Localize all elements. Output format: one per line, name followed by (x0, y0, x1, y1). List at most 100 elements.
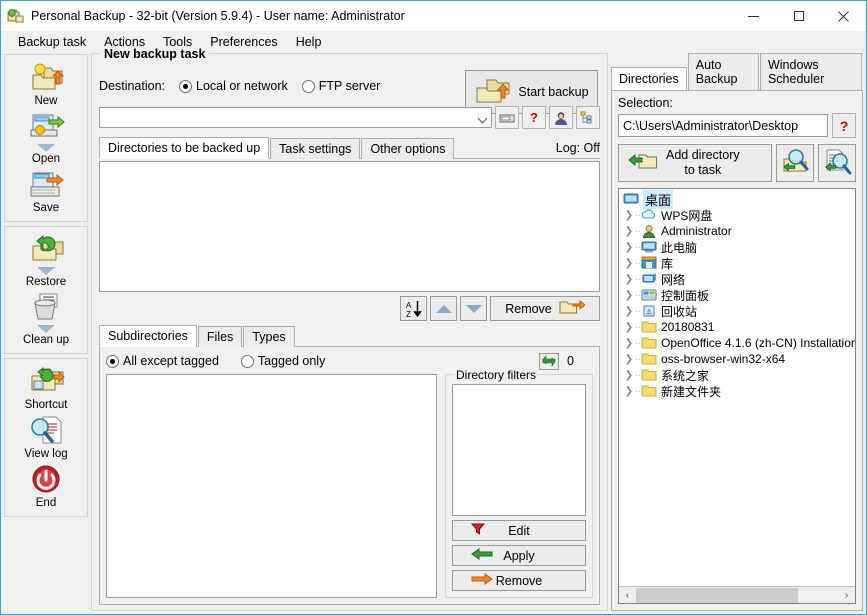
tree-row-folder-openoffice[interactable]: ❯ ·· OpenOffice 4.1.6 (zh-CN) Installati… (619, 335, 855, 351)
chevron-right-icon[interactable]: ❯ (623, 274, 635, 285)
add-directory-to-task-button[interactable]: Add directory to task (618, 144, 772, 182)
chevron-right-icon[interactable]: ❯ (623, 306, 635, 317)
tree-row-this-pc[interactable]: ❯ ·· 此电脑 (619, 239, 855, 255)
move-down-button[interactable] (460, 296, 487, 321)
trash-bin-icon (27, 292, 65, 324)
tree-horizontal-scrollbar[interactable]: ‹ › (619, 586, 855, 603)
tree-row-recycle-bin[interactable]: ❯ ·· 回收站 (619, 303, 855, 319)
directory-tree[interactable]: 桌面 ❯ ·· WPS网盘 ❯ ·· (618, 188, 856, 604)
chevron-right-icon[interactable]: ❯ (623, 258, 635, 269)
browse-file-search-button[interactable] (818, 144, 856, 182)
tree-row-folder-20180831[interactable]: ❯ ·· 20180831 (619, 319, 855, 335)
close-button[interactable] (821, 1, 866, 31)
minimize-button[interactable] (731, 1, 776, 31)
user-account-button[interactable] (549, 106, 573, 129)
filter-edit-button[interactable]: Edit (452, 520, 586, 541)
chevron-right-icon[interactable]: ❯ (623, 210, 635, 221)
toolbar-viewlog-button[interactable]: View log (5, 414, 87, 463)
chevron-right-icon[interactable]: ❯ (623, 338, 635, 349)
radio-local-or-network[interactable]: Local or network (179, 79, 288, 93)
tree-label-folder-new: 新建文件夹 (661, 383, 721, 400)
magnifier-document-icon (27, 415, 65, 447)
scroll-track[interactable] (636, 587, 838, 604)
app-icon (7, 7, 25, 25)
browse-folder-search-button[interactable] (776, 144, 814, 182)
tab-directories-to-be-backed-up[interactable]: Directories to be backed up (99, 137, 269, 159)
tab-directories[interactable]: Directories (611, 67, 687, 90)
menu-backup-task[interactable]: Backup task (9, 33, 95, 51)
subdirectory-list[interactable] (106, 374, 437, 598)
toolbar-cleanup-button[interactable]: Clean up (5, 291, 87, 349)
radio-all-except-tagged[interactable]: All except tagged (106, 354, 219, 368)
tree-row-libraries[interactable]: ❯ ·· 库 (619, 255, 855, 271)
radio-tagged-only-dot-icon (241, 355, 254, 368)
restore-dropdown-arrow-icon[interactable] (37, 267, 55, 275)
triangle-up-icon (436, 305, 452, 313)
radio-ftp-dot-icon (302, 80, 315, 93)
open-dropdown-arrow-icon[interactable] (37, 144, 55, 152)
subdir-content: Directory filters Edit App (106, 374, 593, 598)
control-panel-icon (641, 288, 657, 302)
toolbar-new-button[interactable]: New (5, 61, 87, 110)
chevron-right-icon[interactable]: ❯ (623, 386, 635, 397)
tree-view-button[interactable] (576, 106, 600, 129)
help-question-button[interactable]: ? (522, 106, 546, 129)
filter-remove-button[interactable]: Remove (452, 570, 586, 591)
scroll-thumb[interactable] (636, 588, 798, 603)
tab-files[interactable]: Files (198, 326, 242, 347)
chevron-right-icon[interactable]: ❯ (623, 354, 635, 365)
tab-subdirectories[interactable]: Subdirectories (99, 325, 197, 347)
selection-input[interactable]: C:\Users\Administrator\Desktop (618, 114, 828, 137)
tab-other-options[interactable]: Other options (361, 138, 454, 159)
remove-folder-arrow-icon (559, 299, 585, 318)
toolbar-open-button[interactable]: Open (5, 110, 87, 168)
menu-preferences[interactable]: Preferences (201, 33, 286, 51)
destination-combobox[interactable] (99, 107, 492, 128)
tab-auto-backup[interactable]: Auto Backup (688, 53, 759, 90)
remove-directory-button[interactable]: Remove (490, 296, 600, 321)
chevron-right-icon[interactable]: ❯ (623, 226, 635, 237)
toolbar-restore-button[interactable]: Restore (5, 233, 87, 291)
directory-list[interactable] (99, 161, 600, 292)
tree-row-folder-oss-browser[interactable]: ❯ ·· oss-browser-win32-x64 (619, 351, 855, 367)
tab-windows-scheduler[interactable]: Windows Scheduler (760, 53, 862, 90)
swap-selection-button[interactable] (539, 353, 559, 370)
selection-label: Selection: (618, 96, 856, 110)
tree-row-control-panel[interactable]: ❯ ·· 控制面板 (619, 287, 855, 303)
selection-help-button[interactable]: ? (832, 113, 856, 138)
toolbar-end-label: End (36, 497, 56, 509)
toolbar-restore-label: Restore (26, 276, 66, 288)
filter-apply-button[interactable]: Apply (452, 545, 586, 566)
radio-tagged-only[interactable]: Tagged only (241, 354, 325, 368)
chevron-right-icon[interactable]: ❯ (623, 370, 635, 381)
menu-help[interactable]: Help (287, 33, 331, 51)
sort-az-button[interactable]: A Z (400, 296, 427, 321)
cleanup-dropdown-arrow-icon[interactable] (37, 325, 55, 333)
tree-label-this-pc: 此电脑 (661, 239, 697, 256)
tab-types[interactable]: Types (243, 326, 294, 347)
tree-row-desktop[interactable]: 桌面 (619, 191, 855, 207)
tab-task-settings[interactable]: Task settings (270, 138, 360, 159)
radio-ftp-label: FTP server (319, 79, 381, 93)
chevron-right-icon[interactable]: ❯ (623, 290, 635, 301)
tree-row-folder-xitongzhijia[interactable]: ❯ ·· 系统之家 (619, 367, 855, 383)
tree-row-folder-new[interactable]: ❯ ·· 新建文件夹 (619, 383, 855, 399)
toolbar-shortcut-button[interactable]: Shortcut (5, 365, 87, 414)
tree-row-wps[interactable]: ❯ ·· WPS网盘 (619, 207, 855, 223)
toolbar-end-button[interactable]: End (5, 463, 87, 512)
drive-button[interactable] (495, 106, 519, 129)
scroll-right-button[interactable]: › (838, 587, 855, 604)
scroll-left-button[interactable]: ‹ (619, 587, 636, 604)
directory-filters-list[interactable] (452, 384, 586, 516)
tree-row-network[interactable]: ❯ ·· 网络 (619, 271, 855, 287)
main-group-title: New backup task (100, 47, 209, 61)
chevron-right-icon[interactable]: ❯ (623, 322, 635, 333)
filter-funnel-icon (471, 523, 485, 538)
tree-row-administrator[interactable]: ❯ ·· Administrator (619, 223, 855, 239)
maximize-button[interactable] (776, 1, 821, 31)
toolbar-save-button[interactable]: Save (5, 168, 87, 217)
radio-local-label: Local or network (196, 79, 288, 93)
radio-ftp-server[interactable]: FTP server (302, 79, 381, 93)
chevron-right-icon[interactable]: ❯ (623, 242, 635, 253)
move-up-button[interactable] (430, 296, 457, 321)
